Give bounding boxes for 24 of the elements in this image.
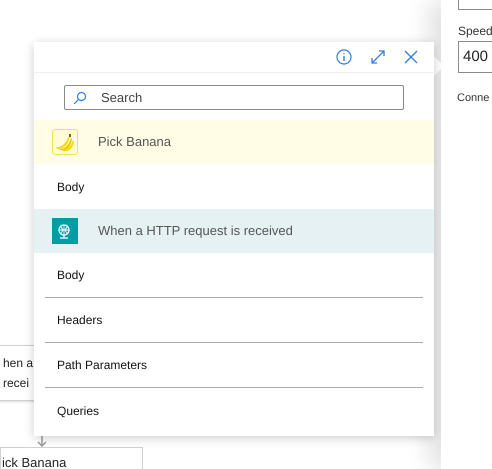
group-header[interactable]: Pick Banana [34, 120, 434, 164]
speed-field[interactable]: 400 [458, 41, 492, 73]
token-item[interactable]: Body [45, 266, 84, 284]
group-header[interactable]: When a HTTP request is received [34, 209, 434, 253]
expand-icon[interactable] [370, 49, 386, 65]
close-icon[interactable] [404, 50, 418, 64]
token-item[interactable]: Headers [45, 311, 102, 329]
globe-icon [52, 218, 78, 244]
card-title: hen a [3, 355, 34, 372]
group-title: When a HTTP request is received [98, 222, 293, 240]
card-title: ick Banana [2, 455, 66, 469]
card-title: recei [3, 375, 30, 392]
arrow-icon [36, 436, 48, 448]
search-icon [73, 91, 87, 105]
group-title: Pick Banana [98, 133, 171, 152]
section-label: Conne [457, 91, 490, 106]
search-field[interactable]: Search [64, 85, 404, 110]
token-item[interactable]: Queries [45, 402, 100, 420]
banana-icon [52, 129, 78, 155]
flow-card[interactable]: ick Banana [0, 447, 143, 469]
token-item[interactable]: Body [45, 178, 84, 196]
token-item[interactable]: Path Parameters [45, 356, 148, 374]
field-label: Speed [458, 23, 492, 40]
info-icon[interactable] [336, 49, 352, 65]
